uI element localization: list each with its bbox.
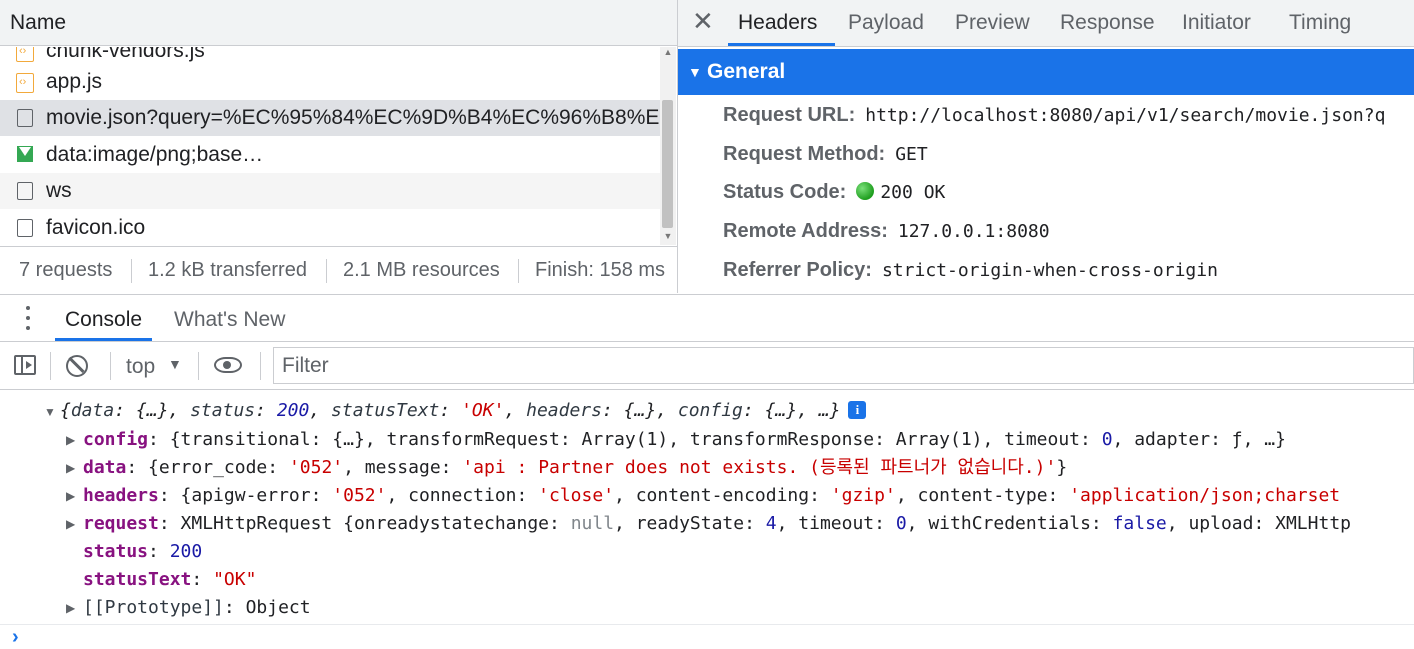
request-list: chunk-vendors.js app.js movie.json?query… [0, 47, 660, 245]
tab-initiator[interactable]: Initiator [1182, 0, 1251, 46]
status-code-value: 200 OK [880, 182, 946, 203]
expand-triangle-icon[interactable]: ▶ [66, 489, 75, 503]
collapse-triangle-icon[interactable]: ▼ [44, 405, 56, 419]
remote-address-row: Remote Address: 127.0.0.1:8080 [723, 212, 1050, 250]
close-icon[interactable]: ✕ [692, 6, 714, 36]
tab-response[interactable]: Response [1060, 0, 1155, 46]
prompt-chevron-icon: › [12, 626, 19, 648]
console-output: ▼ {data: {…}, status: 200, statusText: '… [0, 391, 1414, 648]
request-row[interactable]: app.js [0, 64, 660, 100]
expand-triangle-icon[interactable]: ▶ [66, 517, 75, 531]
network-request-pane: Name chunk-vendors.js app.js movie.json?… [0, 0, 678, 293]
drawer-tab-bar: Console What's New [0, 294, 1414, 342]
status-ok-dot-icon [856, 182, 875, 200]
console-statustext-property: statusText: "OK" [83, 569, 257, 590]
divider [198, 352, 199, 380]
request-method-value: GET [895, 144, 928, 165]
network-summary-bar: 7 requests 1.2 kB transferred 2.1 MB res… [0, 246, 677, 293]
details-tab-bar: ✕ Headers Payload Preview Response Initi… [678, 0, 1414, 47]
request-url-label: Request URL: [723, 104, 856, 126]
request-method-label: Request Method: [723, 143, 886, 165]
console-prototype-property[interactable]: [[Prototype]]: Object [83, 594, 311, 622]
request-count: 7 requests [19, 259, 113, 281]
live-expression-eye-icon[interactable] [214, 357, 242, 373]
request-url-row: Request URL: http://localhost:8080/api/v1… [723, 96, 1385, 134]
request-row[interactable]: data:image/png;base… [0, 137, 660, 173]
request-row[interactable]: ws [0, 173, 660, 209]
request-details-pane: ✕ Headers Payload Preview Response Initi… [678, 0, 1414, 293]
divider [110, 352, 111, 380]
divider [326, 259, 327, 283]
scroll-down-arrow-icon[interactable]: ▼ [663, 231, 673, 241]
referrer-policy-label: Referrer Policy: [723, 259, 872, 281]
dropdown-arrow-icon[interactable]: ▼ [168, 356, 182, 372]
expand-triangle-icon[interactable]: ▶ [66, 601, 75, 615]
divider [260, 352, 261, 380]
clear-console-icon[interactable] [66, 355, 88, 377]
remote-address-value: 127.0.0.1:8080 [897, 221, 1050, 242]
js-file-icon [16, 47, 34, 69]
status-code-label: Status Code: [723, 181, 847, 203]
tab-headers[interactable]: Headers [727, 0, 836, 46]
info-icon[interactable]: i [848, 401, 867, 419]
more-options-icon[interactable] [20, 305, 36, 331]
section-title: General [707, 60, 786, 83]
tab-whats-new[interactable]: What's New [174, 295, 285, 341]
request-row[interactable]: favicon.ico [0, 210, 660, 245]
referrer-policy-value: strict-origin-when-cross-origin [881, 260, 1218, 281]
divider [518, 259, 519, 283]
console-toolbar: top ▼ [0, 342, 1414, 390]
document-icon [17, 219, 33, 237]
divider [50, 352, 51, 380]
request-name: data:image/png;base… [46, 143, 264, 166]
request-name: app.js [46, 70, 103, 93]
tab-timing[interactable]: Timing [1289, 0, 1351, 46]
document-icon [17, 109, 33, 127]
console-data-property[interactable]: data: {error_code: '052', message: 'api … [83, 454, 1067, 482]
divider [131, 259, 132, 283]
request-name: favicon.ico [46, 216, 146, 239]
context-selector[interactable]: top [126, 342, 155, 390]
transferred-size: 1.2 kB transferred [148, 259, 307, 281]
expand-triangle-icon: ▼ [688, 64, 702, 80]
request-name: movie.json?query=%EC%95%84%EC%9D%B4%EC%9… [46, 106, 660, 129]
show-sidebar-icon[interactable] [14, 355, 36, 375]
remote-address-label: Remote Address: [723, 220, 888, 242]
resources-size: 2.1 MB resources [343, 259, 500, 281]
console-status-property: status: 200 [83, 541, 203, 562]
scrollbar-thumb[interactable] [662, 100, 673, 228]
console-config-property[interactable]: config: {transitional: {…}, transformReq… [83, 426, 1286, 454]
request-method-row: Request Method: GET [723, 135, 928, 173]
filter-input[interactable] [273, 347, 1414, 384]
console-request-property[interactable]: request: XMLHttpRequest {onreadystatecha… [83, 510, 1351, 538]
request-row-selected[interactable]: movie.json?query=%EC%95%84%EC%9D%B4%EC%9… [0, 100, 660, 136]
referrer-policy-row: Referrer Policy: strict-origin-when-cross… [723, 251, 1218, 289]
expand-triangle-icon[interactable]: ▶ [66, 433, 75, 447]
console-prompt-line[interactable]: › [0, 624, 1414, 649]
js-file-icon [16, 64, 34, 100]
general-section-header[interactable]: ▼ General [678, 49, 1414, 95]
tab-payload[interactable]: Payload [848, 0, 924, 46]
expand-triangle-icon[interactable]: ▶ [66, 461, 75, 475]
tab-preview[interactable]: Preview [955, 0, 1030, 46]
image-icon [17, 146, 33, 162]
document-icon [17, 182, 33, 200]
scroll-up-arrow-icon[interactable]: ▲ [663, 47, 673, 57]
request-url-value: http://localhost:8080/api/v1/search/movi… [865, 105, 1386, 126]
status-code-row: Status Code: 200 OK [723, 173, 945, 211]
tab-console[interactable]: Console [54, 295, 153, 341]
request-name: ws [46, 179, 72, 202]
console-headers-property[interactable]: headers: {apigw-error: '052', connection… [83, 482, 1340, 510]
finish-time: Finish: 158 ms [535, 259, 666, 281]
console-object-summary[interactable]: {data: {…}, status: 200, statusText: 'OK… [60, 397, 867, 425]
name-column-header[interactable]: Name [0, 0, 677, 46]
